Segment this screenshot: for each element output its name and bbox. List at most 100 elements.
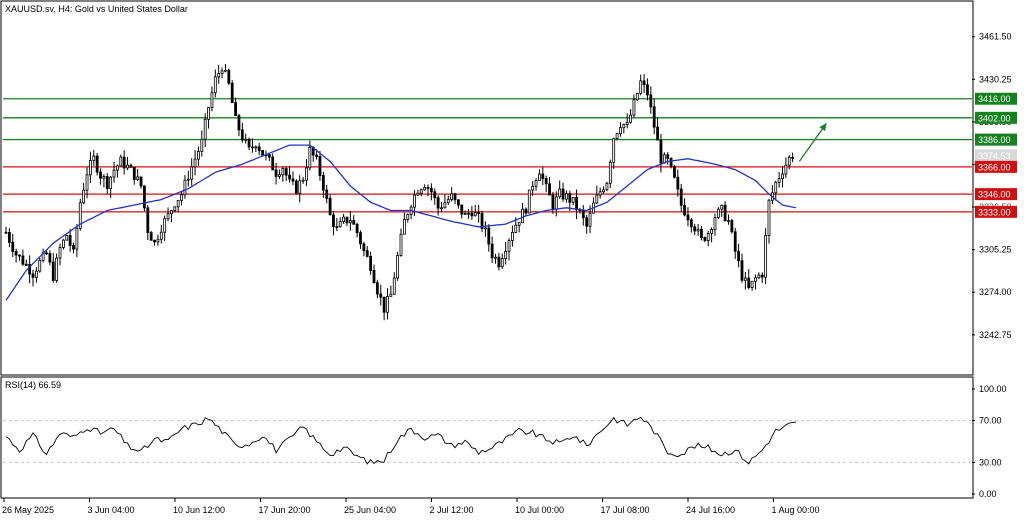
candle-body [234,102,237,116]
candle-body [278,174,281,177]
candle-body [183,179,187,196]
support-tag-0: 3366.00 [978,162,1011,172]
candle-body [247,138,251,148]
candle-body [443,202,447,209]
candle-body [598,191,602,196]
candle-body [500,258,504,268]
resistance-tag-1: 3402.00 [978,113,1011,123]
candle-body [575,197,578,211]
candle-body [733,231,737,252]
candle-body [149,232,153,241]
candle-body [119,156,123,167]
current-price-tag: 3374.53 [978,151,1011,161]
candle-body [298,180,302,194]
candle-body [146,207,150,233]
candle-body [352,219,356,225]
candle-body [315,154,318,157]
candle-body [716,208,720,218]
candle-body [467,212,470,215]
candle-body [558,188,562,198]
candle-body [136,176,140,181]
candle-body [38,259,42,272]
candle-body [31,273,35,278]
candle-body [723,204,727,222]
candle-body [693,226,697,232]
candle-body [375,282,379,295]
candle-body [386,295,389,313]
candle-body [754,277,757,282]
candle-body [291,178,295,182]
candle-body [750,280,754,288]
trading-chart[interactable]: 3242.753274.003305.253367.753399.003430.… [0,0,1024,519]
candle-body [89,160,92,176]
price-plot-frame[interactable] [0,0,974,376]
time-tick-label: 10 Jun 12:00 [173,505,225,515]
rsi-tick-label: 100.00 [979,384,1007,394]
candle-body [673,165,676,178]
candle-body [180,194,183,201]
candle-body [82,189,86,204]
candle-body [622,124,626,129]
candle-body [338,221,342,228]
price-tick-label: 3430.25 [979,74,1012,84]
candle-body [477,211,481,214]
candle-body [369,256,373,271]
candle-body [460,204,464,215]
candle-body [109,176,113,190]
candle-body [689,219,693,228]
candle-body [747,277,751,288]
candle-body [399,233,403,256]
candle-body [85,174,89,191]
rsi-plot-frame[interactable] [0,376,974,499]
candle-body [294,180,298,194]
price-tick-label: 3461.50 [979,32,1012,42]
candle-body [143,185,146,209]
candle-body [497,256,501,268]
chart-svg[interactable]: 3242.753274.003305.253367.753399.003430.… [0,0,1024,519]
candle-body [605,182,609,191]
candle-body [186,178,190,181]
candle-body [649,94,653,108]
candle-body [517,222,521,226]
candle-body [200,138,204,152]
candle-body [220,70,224,74]
candle-body [197,151,200,160]
candle-body [173,206,177,212]
candle-body [686,214,690,221]
candle-body [14,251,18,256]
candle-body [254,146,258,149]
candle-body [538,173,541,181]
candle-body [757,274,761,279]
candle-body [710,229,713,234]
candle-body [565,193,568,200]
candle-body [720,204,724,210]
candle-body [507,240,511,252]
candle-body [244,138,248,141]
support-tag-2: 3333.00 [978,207,1011,217]
candle-body [440,207,443,210]
candle-body [541,173,545,179]
candle-body [112,169,116,178]
candle-body [629,114,632,123]
candle-body [413,194,416,208]
candle-body [227,69,231,84]
candle-body [487,227,491,245]
candle-body [267,154,271,158]
candle-body [318,155,322,176]
time-tick-label: 26 May 2025 [2,505,54,515]
candle-body [700,228,703,238]
candle-body [774,182,778,194]
candle-body [588,212,592,227]
candle-body [581,209,585,219]
resistance-tag-0: 3386.00 [978,135,1011,145]
candle-body [743,277,747,281]
candle-body [679,188,683,206]
candle-body [92,155,96,161]
candle-body [372,270,376,284]
candle-body [456,199,460,206]
candle-body [105,176,109,190]
candle-body [396,254,400,279]
candle-body [585,217,589,227]
candle-body [345,216,349,224]
candle-body [99,171,102,179]
